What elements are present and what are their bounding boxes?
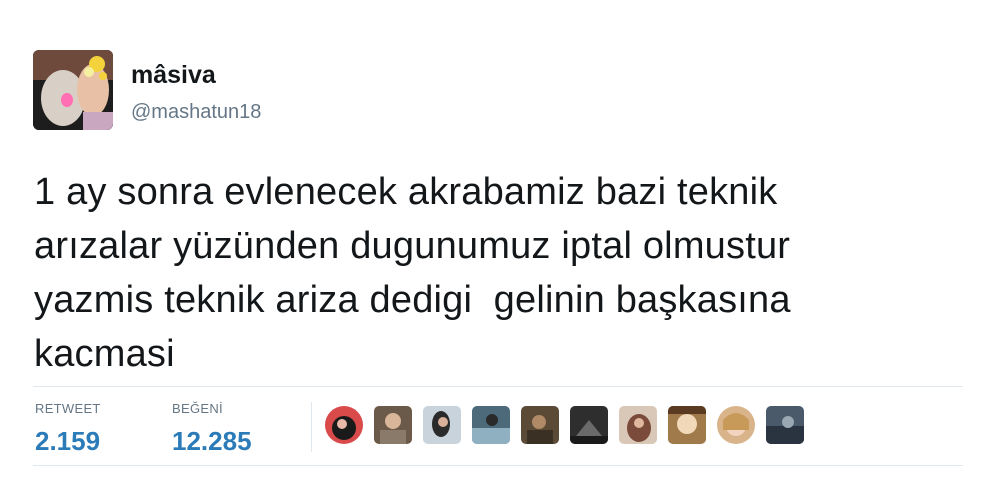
divider-bottom xyxy=(33,465,963,466)
tweet-card: mâsiva @mashatun18 1 ay sonra evlenecek … xyxy=(0,0,996,499)
tweet-text: 1 ay sonra evlenecek akrabamiz bazi tekn… xyxy=(34,171,791,375)
avatar-image-icon xyxy=(33,50,113,130)
user-names: mâsiva @mashatun18 xyxy=(131,60,261,125)
liker-avatar-10[interactable] xyxy=(766,406,804,444)
liker-avatar-5[interactable] xyxy=(521,406,559,444)
tweet-header: mâsiva @mashatun18 xyxy=(33,50,261,130)
retweet-stat[interactable]: RETWEET 2.159 xyxy=(35,401,101,457)
liker-avatar-8[interactable] xyxy=(668,406,706,444)
liker-avatars xyxy=(325,406,815,444)
liker-avatar-7[interactable] xyxy=(619,406,657,444)
like-label: BEĞENİ xyxy=(172,401,223,416)
like-count[interactable]: 12.285 xyxy=(172,425,252,457)
stats-separator xyxy=(311,402,312,452)
liker-avatar-9[interactable] xyxy=(717,406,755,444)
liker-avatar-4[interactable] xyxy=(472,406,510,444)
liker-avatar-1[interactable] xyxy=(325,406,363,444)
profile-avatar[interactable] xyxy=(33,50,113,130)
liker-avatar-3[interactable] xyxy=(423,406,461,444)
user-handle[interactable]: @mashatun18 xyxy=(131,99,261,125)
retweet-count[interactable]: 2.159 xyxy=(35,425,101,457)
liker-avatar-2[interactable] xyxy=(374,406,412,444)
retweet-label: RETWEET xyxy=(35,401,101,416)
liker-avatar-6[interactable] xyxy=(570,406,608,444)
divider-top xyxy=(33,386,963,387)
display-name[interactable]: mâsiva xyxy=(131,60,261,90)
like-stat[interactable]: BEĞENİ 12.285 xyxy=(172,401,252,457)
